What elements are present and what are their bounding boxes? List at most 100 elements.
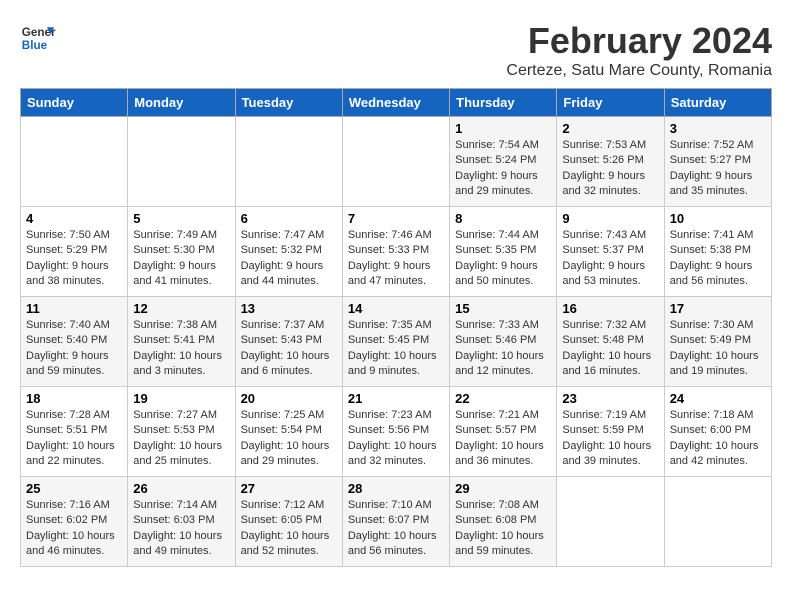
calendar-cell: 28 Sunrise: 7:10 AM Sunset: 6:07 PM Dayli… (342, 477, 449, 567)
day-info: Sunrise: 7:14 AM Sunset: 6:03 PM Dayligh… (133, 498, 229, 560)
day-info: Sunrise: 7:37 AM Sunset: 5:43 PM Dayligh… (241, 318, 337, 380)
calendar-cell: 14Sunrise: 7:35 AM Sunset: 5:45 PM Dayli… (342, 297, 449, 387)
day-number: 3 (670, 121, 766, 136)
calendar-cell: 9 Sunrise: 7:43 AM Sunset: 5:37 PM Daylig… (557, 207, 664, 297)
calendar-week-4: 18 Sunrise: 7:28 AM Sunset: 5:51 PM Dayli… (21, 387, 772, 477)
day-number: 7 (348, 211, 444, 226)
day-info: Sunrise: 7:46 AM Sunset: 5:33 PM Dayligh… (348, 228, 444, 290)
calendar-cell: 7 Sunrise: 7:46 AM Sunset: 5:33 PM Daylig… (342, 207, 449, 297)
calendar-cell: 22 Sunrise: 7:21 AM Sunset: 5:57 PM Dayli… (450, 387, 557, 477)
calendar-cell: 18 Sunrise: 7:28 AM Sunset: 5:51 PM Dayli… (21, 387, 128, 477)
logo-icon: General Blue (20, 20, 56, 56)
day-number: 24 (670, 391, 766, 406)
day-info: Sunrise: 7:54 AM Sunset: 5:24 PM Dayligh… (455, 138, 551, 200)
calendar-cell: 2 Sunrise: 7:53 AM Sunset: 5:26 PM Daylig… (557, 117, 664, 207)
day-number: 13 (241, 301, 337, 316)
calendar-cell: 6Sunrise: 7:47 AM Sunset: 5:32 PM Daylig… (235, 207, 342, 297)
day-info: Sunrise: 7:23 AM Sunset: 5:56 PM Dayligh… (348, 408, 444, 470)
calendar-week-2: 4 Sunrise: 7:50 AM Sunset: 5:29 PM Daylig… (21, 207, 772, 297)
day-info: Sunrise: 7:50 AM Sunset: 5:29 PM Dayligh… (26, 228, 122, 290)
calendar-cell (21, 117, 128, 207)
day-info: Sunrise: 7:18 AM Sunset: 6:00 PM Dayligh… (670, 408, 766, 470)
day-number: 5 (133, 211, 229, 226)
day-number: 15 (455, 301, 551, 316)
page-subtitle: Certeze, Satu Mare County, Romania (506, 62, 772, 80)
calendar-week-1: 1Sunrise: 7:54 AM Sunset: 5:24 PM Daylig… (21, 117, 772, 207)
calendar-header-row: SundayMondayTuesdayWednesdayThursdayFrid… (21, 89, 772, 117)
day-info: Sunrise: 7:33 AM Sunset: 5:46 PM Dayligh… (455, 318, 551, 380)
day-number: 11 (26, 301, 122, 316)
day-number: 21 (348, 391, 444, 406)
day-number: 16 (562, 301, 658, 316)
day-number: 9 (562, 211, 658, 226)
calendar-cell: 5 Sunrise: 7:49 AM Sunset: 5:30 PM Daylig… (128, 207, 235, 297)
day-number: 22 (455, 391, 551, 406)
day-number: 12 (133, 301, 229, 316)
day-info: Sunrise: 7:44 AM Sunset: 5:35 PM Dayligh… (455, 228, 551, 290)
calendar-cell (128, 117, 235, 207)
day-info: Sunrise: 7:25 AM Sunset: 5:54 PM Dayligh… (241, 408, 337, 470)
day-number: 27 (241, 481, 337, 496)
calendar-cell: 3 Sunrise: 7:52 AM Sunset: 5:27 PM Daylig… (664, 117, 771, 207)
day-info: Sunrise: 7:53 AM Sunset: 5:26 PM Dayligh… (562, 138, 658, 200)
day-number: 4 (26, 211, 122, 226)
calendar-week-3: 11 Sunrise: 7:40 AM Sunset: 5:40 PM Dayli… (21, 297, 772, 387)
day-info: Sunrise: 7:28 AM Sunset: 5:51 PM Dayligh… (26, 408, 122, 470)
day-info: Sunrise: 7:19 AM Sunset: 5:59 PM Dayligh… (562, 408, 658, 470)
calendar-cell: 8 Sunrise: 7:44 AM Sunset: 5:35 PM Daylig… (450, 207, 557, 297)
day-number: 28 (348, 481, 444, 496)
page-header: General Blue February 2024 Certeze, Satu… (20, 20, 772, 80)
calendar-cell: 21 Sunrise: 7:23 AM Sunset: 5:56 PM Dayli… (342, 387, 449, 477)
day-info: Sunrise: 7:35 AM Sunset: 5:45 PM Dayligh… (348, 318, 444, 380)
day-info: Sunrise: 7:43 AM Sunset: 5:37 PM Dayligh… (562, 228, 658, 290)
calendar-cell (557, 477, 664, 567)
day-info: Sunrise: 7:21 AM Sunset: 5:57 PM Dayligh… (455, 408, 551, 470)
day-info: Sunrise: 7:27 AM Sunset: 5:53 PM Dayligh… (133, 408, 229, 470)
day-number: 2 (562, 121, 658, 136)
calendar-cell (664, 477, 771, 567)
calendar-cell: 27 Sunrise: 7:12 AM Sunset: 6:05 PM Dayli… (235, 477, 342, 567)
calendar-cell: 15 Sunrise: 7:33 AM Sunset: 5:46 PM Dayli… (450, 297, 557, 387)
calendar-week-5: 25 Sunrise: 7:16 AM Sunset: 6:02 PM Dayli… (21, 477, 772, 567)
header-friday: Friday (557, 89, 664, 117)
calendar-cell: 24 Sunrise: 7:18 AM Sunset: 6:00 PM Dayli… (664, 387, 771, 477)
logo: General Blue (20, 20, 56, 56)
day-info: Sunrise: 7:52 AM Sunset: 5:27 PM Dayligh… (670, 138, 766, 200)
day-info: Sunrise: 7:32 AM Sunset: 5:48 PM Dayligh… (562, 318, 658, 380)
calendar-cell (235, 117, 342, 207)
day-info: Sunrise: 7:49 AM Sunset: 5:30 PM Dayligh… (133, 228, 229, 290)
page-title: February 2024 (506, 20, 772, 62)
calendar-table: SundayMondayTuesdayWednesdayThursdayFrid… (20, 88, 772, 567)
day-number: 23 (562, 391, 658, 406)
svg-text:Blue: Blue (22, 39, 48, 52)
day-info: Sunrise: 7:38 AM Sunset: 5:41 PM Dayligh… (133, 318, 229, 380)
header-wednesday: Wednesday (342, 89, 449, 117)
title-block: February 2024 Certeze, Satu Mare County,… (506, 20, 772, 80)
header-sunday: Sunday (21, 89, 128, 117)
day-number: 8 (455, 211, 551, 226)
day-number: 20 (241, 391, 337, 406)
day-number: 19 (133, 391, 229, 406)
header-tuesday: Tuesday (235, 89, 342, 117)
day-info: Sunrise: 7:16 AM Sunset: 6:02 PM Dayligh… (26, 498, 122, 560)
calendar-cell: 4 Sunrise: 7:50 AM Sunset: 5:29 PM Daylig… (21, 207, 128, 297)
calendar-cell: 1Sunrise: 7:54 AM Sunset: 5:24 PM Daylig… (450, 117, 557, 207)
day-number: 18 (26, 391, 122, 406)
day-number: 25 (26, 481, 122, 496)
day-info: Sunrise: 7:08 AM Sunset: 6:08 PM Dayligh… (455, 498, 551, 560)
calendar-cell: 19 Sunrise: 7:27 AM Sunset: 5:53 PM Dayli… (128, 387, 235, 477)
calendar-cell: 26Sunrise: 7:14 AM Sunset: 6:03 PM Dayli… (128, 477, 235, 567)
calendar-cell: 11 Sunrise: 7:40 AM Sunset: 5:40 PM Dayli… (21, 297, 128, 387)
day-number: 29 (455, 481, 551, 496)
day-info: Sunrise: 7:10 AM Sunset: 6:07 PM Dayligh… (348, 498, 444, 560)
calendar-cell: 17Sunrise: 7:30 AM Sunset: 5:49 PM Dayli… (664, 297, 771, 387)
calendar-cell: 12 Sunrise: 7:38 AM Sunset: 5:41 PM Dayli… (128, 297, 235, 387)
calendar-cell: 20 Sunrise: 7:25 AM Sunset: 5:54 PM Dayli… (235, 387, 342, 477)
day-info: Sunrise: 7:41 AM Sunset: 5:38 PM Dayligh… (670, 228, 766, 290)
header-saturday: Saturday (664, 89, 771, 117)
day-info: Sunrise: 7:40 AM Sunset: 5:40 PM Dayligh… (26, 318, 122, 380)
header-monday: Monday (128, 89, 235, 117)
day-info: Sunrise: 7:12 AM Sunset: 6:05 PM Dayligh… (241, 498, 337, 560)
day-number: 17 (670, 301, 766, 316)
calendar-cell: 16 Sunrise: 7:32 AM Sunset: 5:48 PM Dayli… (557, 297, 664, 387)
